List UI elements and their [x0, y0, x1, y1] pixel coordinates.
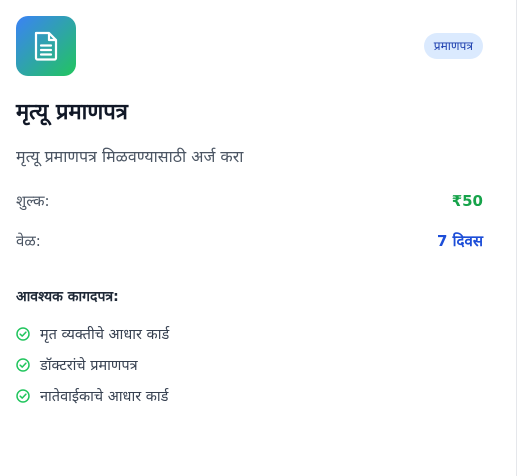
document-text-icon [34, 31, 58, 61]
service-card[interactable]: प्रमाणपत्र मृत्यू प्रमाणपत्र मृत्यू प्रम… [0, 0, 517, 476]
document-name: डॉक्टरांचे प्रमाणपत्र [40, 357, 138, 374]
fee-value: ₹50 [451, 192, 483, 210]
list-item: मृत व्यक्तीचे आधार कार्ड [16, 318, 169, 349]
required-documents-list: मृत व्यक्तीचे आधार कार्ड डॉक्टरांचे प्रम… [16, 318, 169, 411]
fee-row: शुल्क: ₹50 [16, 191, 483, 211]
processing-time-row: वेळ: 7 दिवस [16, 231, 483, 251]
service-title: मृत्यू प्रमाणपत्र [16, 100, 128, 125]
required-documents-heading: आवश्यक कागदपत्र: [16, 289, 119, 305]
service-icon-container [16, 16, 76, 76]
document-name: मृत व्यक्तीचे आधार कार्ड [40, 326, 170, 343]
list-item: डॉक्टरांचे प्रमाणपत्र [16, 349, 169, 380]
processing-time-label: वेळ: [16, 232, 41, 250]
check-circle-icon [16, 357, 30, 372]
processing-time-value: 7 दिवस [437, 232, 483, 250]
fee-label: शुल्क: [16, 192, 50, 210]
check-circle-icon [16, 326, 30, 341]
category-badge: प्रमाणपत्र [423, 33, 483, 59]
service-description: मृत्यू प्रमाणपत्र मिळवण्यासाठी अर्ज करा [16, 147, 244, 166]
list-item: नातेवाईकाचे आधार कार्ड [16, 380, 169, 411]
check-circle-icon [16, 388, 30, 403]
document-name: नातेवाईकाचे आधार कार्ड [40, 388, 169, 405]
